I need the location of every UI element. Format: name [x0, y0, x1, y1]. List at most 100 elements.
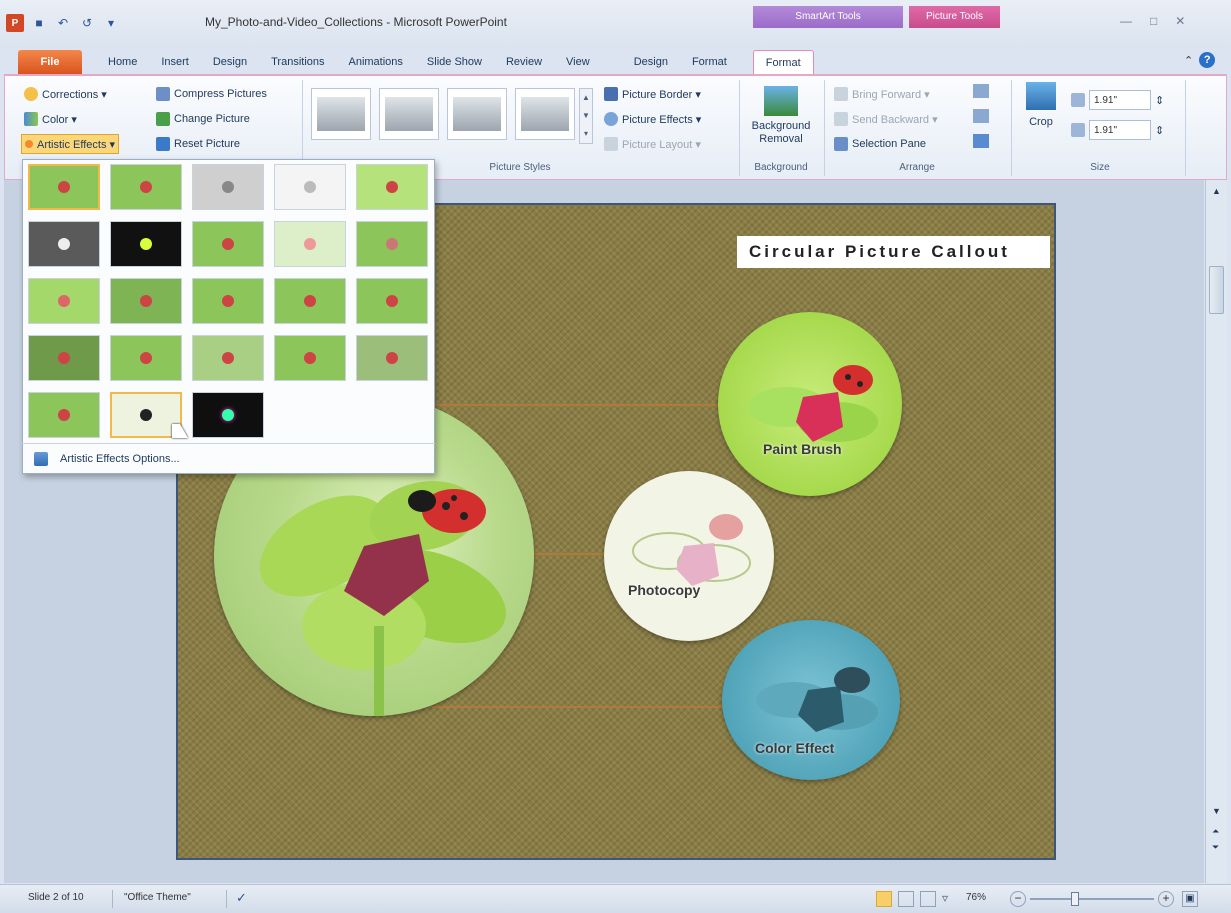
effect-pencil-sketch[interactable] [274, 164, 346, 210]
effect-light-screen[interactable] [28, 278, 100, 324]
customize-qat-icon[interactable]: ▾ [102, 14, 120, 32]
effect-line-drawing[interactable] [356, 164, 428, 210]
background-removal-button[interactable]: Background Removal [742, 80, 820, 160]
zoom-level[interactable]: 76% [966, 892, 986, 903]
effect-paint-strokes[interactable] [110, 221, 182, 267]
reset-picture-button[interactable]: Reset Picture [153, 134, 243, 154]
width-spin-icon[interactable]: ⇕ [1155, 124, 1164, 137]
picture-effects-button[interactable]: Picture Effects ▾ [601, 109, 704, 129]
scroll-up-icon[interactable]: ▲ [1212, 186, 1221, 196]
zoom-out-icon[interactable]: − [1010, 891, 1026, 907]
tab-insert[interactable]: Insert [149, 50, 201, 74]
effect-watercolor-sponge[interactable] [110, 278, 182, 324]
effect-texturizer[interactable] [110, 335, 182, 381]
bring-forward-button[interactable]: Bring Forward ▾ [831, 84, 933, 104]
artistic-effects-button[interactable]: Artistic Effects ▾ [21, 134, 120, 154]
picture-style-3[interactable] [447, 88, 507, 140]
send-backward-button[interactable]: Send Backward ▾ [831, 109, 941, 129]
effect-plastic-wrap[interactable] [356, 335, 428, 381]
minimize-icon[interactable]: — [1120, 14, 1132, 28]
tab-smartart-format[interactable]: Format [680, 50, 739, 74]
artistic-effects-options[interactable]: Artistic Effects Options... [22, 443, 435, 473]
align-icon[interactable] [973, 84, 989, 98]
picture-border-button[interactable]: Picture Border ▾ [601, 84, 704, 104]
scroll-down-icon[interactable]: ▼ [1212, 806, 1221, 816]
minimize-ribbon-icon[interactable]: ⌃ [1184, 54, 1193, 67]
tab-transitions[interactable]: Transitions [259, 50, 336, 74]
paint-brush-picture[interactable] [718, 312, 902, 496]
tab-smartart-design[interactable]: Design [622, 50, 680, 74]
tab-slide-show[interactable]: Slide Show [415, 50, 494, 74]
slide-sorter-icon[interactable] [898, 891, 914, 907]
effect-pastels-smooth[interactable] [274, 335, 346, 381]
rotate-icon[interactable] [973, 134, 989, 148]
effect-none[interactable] [28, 164, 100, 210]
effect-glow-diffused[interactable] [274, 221, 346, 267]
effect-mosaic-bubbles[interactable] [274, 278, 346, 324]
thumb-ladybug-icon [386, 181, 398, 193]
group-icon[interactable] [973, 109, 989, 123]
tab-animations[interactable]: Animations [337, 50, 415, 74]
help-icon[interactable]: ? [1199, 52, 1216, 68]
reset-picture-icon [156, 137, 170, 151]
previous-slide-icon[interactable]: ⏶ [1212, 826, 1219, 837]
color-effect-picture[interactable] [722, 620, 900, 780]
scrollbar-thumb[interactable] [1209, 266, 1224, 314]
picture-layout-button[interactable]: Picture Layout ▾ [601, 134, 704, 154]
fit-to-window-icon[interactable]: ▣ [1182, 891, 1198, 907]
picture-style-4[interactable] [515, 88, 575, 140]
height-spin-icon[interactable]: ⇕ [1155, 94, 1164, 107]
tab-view[interactable]: View [554, 50, 602, 74]
photocopy-picture[interactable] [604, 471, 774, 641]
powerpoint-icon[interactable]: P [6, 14, 24, 32]
spell-check-icon[interactable]: ✓ [236, 890, 252, 906]
color-button[interactable]: Color ▾ [21, 109, 80, 129]
effect-chalk-sketch[interactable] [28, 221, 100, 267]
thumb-ladybug-icon [222, 352, 234, 364]
zoom-in-icon[interactable]: + [1158, 891, 1174, 907]
compress-pictures-button[interactable]: Compress Pictures [153, 84, 270, 104]
picture-style-1[interactable] [311, 88, 371, 140]
change-picture-button[interactable]: Change Picture [153, 109, 253, 129]
tab-review[interactable]: Review [494, 50, 554, 74]
effect-glow-edges[interactable] [192, 392, 264, 438]
undo-icon[interactable]: ↶ [54, 14, 72, 32]
zoom-slider[interactable] [1030, 898, 1154, 900]
thumb-ladybug-icon [222, 181, 234, 193]
height-input[interactable] [1089, 90, 1151, 110]
effect-cutout[interactable] [28, 392, 100, 438]
height-icon [1071, 93, 1085, 107]
redo-icon[interactable]: ↺ [78, 14, 96, 32]
style-gallery-scroll[interactable]: ▲ ▼ ▾ [579, 88, 593, 144]
tab-picture-format[interactable]: Format [752, 50, 814, 74]
selection-pane-icon [834, 137, 848, 151]
reading-view-icon[interactable] [920, 891, 936, 907]
tab-home[interactable]: Home [96, 50, 149, 74]
crop-button[interactable]: Crop [1019, 82, 1063, 128]
save-icon[interactable]: ■ [30, 14, 48, 32]
effect-film-grain[interactable] [192, 278, 264, 324]
maximize-icon[interactable]: □ [1150, 14, 1157, 28]
width-input[interactable] [1089, 120, 1151, 140]
window-title: My_Photo-and-Video_Collections - Microso… [205, 15, 507, 29]
effect-cement[interactable] [28, 335, 100, 381]
slide-title[interactable]: Circular Picture Callout [737, 236, 1050, 268]
normal-view-icon[interactable] [876, 891, 892, 907]
slide-show-icon[interactable]: ▿ [942, 891, 958, 907]
ribbon-tabs: File Home Insert Design Transitions Anim… [0, 46, 1231, 74]
effect-paint-brush[interactable] [192, 221, 264, 267]
next-slide-icon[interactable]: ⏷ [1212, 842, 1219, 853]
selection-pane-button[interactable]: Selection Pane [831, 134, 929, 154]
effect-glass[interactable] [356, 278, 428, 324]
effect-marker[interactable] [110, 164, 182, 210]
effect-blur[interactable] [356, 221, 428, 267]
picture-style-2[interactable] [379, 88, 439, 140]
zoom-slider-thumb[interactable] [1071, 892, 1079, 906]
tab-design[interactable]: Design [201, 50, 259, 74]
vertical-scrollbar[interactable]: ▲ ▼ ⏶ ⏷ [1205, 180, 1227, 883]
effect-crisscross-etching[interactable] [192, 335, 264, 381]
corrections-button[interactable]: Corrections ▾ [21, 84, 110, 104]
effect-pencil-grayscale[interactable] [192, 164, 264, 210]
close-icon[interactable]: ✕ [1175, 14, 1185, 28]
tab-file[interactable]: File [18, 50, 82, 74]
